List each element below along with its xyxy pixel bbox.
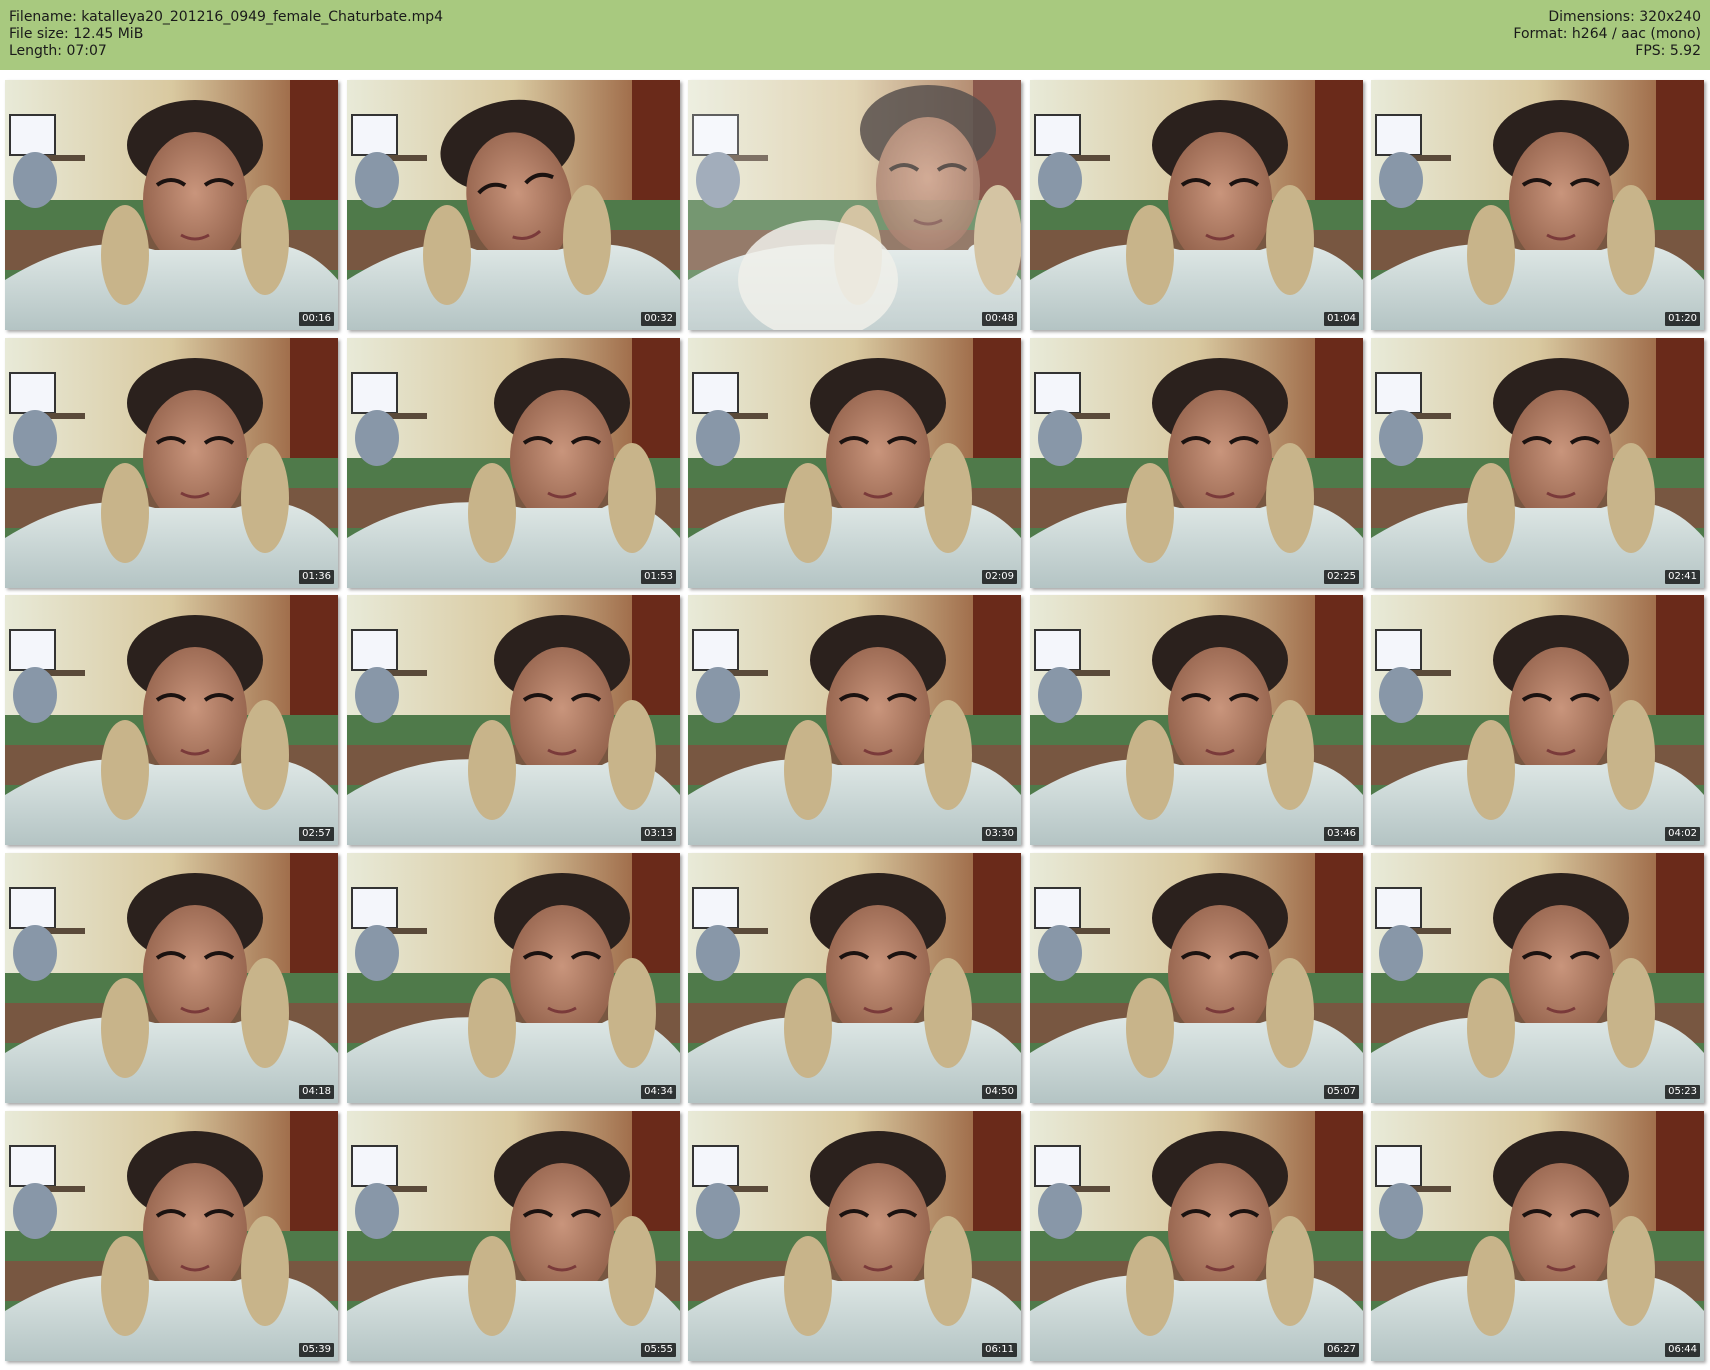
frame-timestamp: 05:39 — [299, 1343, 334, 1357]
thumbnail-frame[interactable]: 04:02 — [1371, 595, 1704, 845]
frame-timestamp: 06:27 — [1324, 1343, 1359, 1357]
frame-timestamp: 02:09 — [982, 570, 1017, 584]
video-frame-image — [688, 595, 1021, 845]
thumbnail-frame[interactable]: 03:13 — [347, 595, 680, 845]
thumbnail-frame[interactable]: 03:30 — [688, 595, 1021, 845]
video-frame-image — [1030, 80, 1363, 330]
thumbnail-frame[interactable]: 05:23 — [1371, 853, 1704, 1103]
video-frame-image — [688, 853, 1021, 1103]
frame-timestamp: 03:30 — [982, 827, 1017, 841]
frame-timestamp: 03:13 — [641, 827, 676, 841]
frame-timestamp: 02:41 — [1665, 570, 1700, 584]
frame-timestamp: 04:02 — [1665, 827, 1700, 841]
video-frame-image — [347, 853, 680, 1103]
thumbnail-frame[interactable]: 02:57 — [5, 595, 338, 845]
video-frame-image — [1371, 595, 1704, 845]
thumbnail-frame[interactable]: 05:39 — [5, 1111, 338, 1361]
frame-timestamp: 04:50 — [982, 1085, 1017, 1099]
thumbnail-frame[interactable]: 06:11 — [688, 1111, 1021, 1361]
frame-timestamp: 04:18 — [299, 1085, 334, 1099]
frame-timestamp: 01:20 — [1665, 312, 1700, 326]
video-frame-image — [1030, 338, 1363, 588]
frame-timestamp: 04:34 — [641, 1085, 676, 1099]
frame-timestamp: 03:46 — [1324, 827, 1359, 841]
thumbnail-frame[interactable]: 03:46 — [1030, 595, 1363, 845]
thumbnail-frame[interactable]: 00:32 — [347, 80, 680, 330]
video-frame-image — [688, 80, 1021, 330]
frame-timestamp: 00:48 — [982, 312, 1017, 326]
video-frame-image — [1030, 1111, 1363, 1361]
thumbnail-frame[interactable]: 05:07 — [1030, 853, 1363, 1103]
thumbnail-frame[interactable]: 06:27 — [1030, 1111, 1363, 1361]
video-frame-image — [1030, 853, 1363, 1103]
thumbnail-grid: 00:16 00:32 00:48 01:04 01:20 01:36 01:5… — [0, 0, 1710, 1370]
video-frame-image — [688, 1111, 1021, 1361]
video-frame-image — [347, 1111, 680, 1361]
thumbnail-frame[interactable]: 06:44 — [1371, 1111, 1704, 1361]
frame-timestamp: 00:16 — [299, 312, 334, 326]
frame-timestamp: 01:53 — [641, 570, 676, 584]
video-frame-image — [347, 338, 680, 588]
video-frame-image — [1371, 80, 1704, 330]
thumbnail-frame[interactable]: 04:18 — [5, 853, 338, 1103]
thumbnail-frame[interactable]: 01:04 — [1030, 80, 1363, 330]
thumbnail-frame[interactable]: 00:16 — [5, 80, 338, 330]
frame-timestamp: 05:55 — [641, 1343, 676, 1357]
frame-timestamp: 02:57 — [299, 827, 334, 841]
frame-timestamp: 06:11 — [982, 1343, 1017, 1357]
video-frame-image — [347, 80, 680, 330]
video-frame-image — [347, 595, 680, 845]
video-frame-image — [1030, 595, 1363, 845]
frame-timestamp: 01:04 — [1324, 312, 1359, 326]
thumbnail-frame[interactable]: 01:53 — [347, 338, 680, 588]
video-frame-image — [1371, 338, 1704, 588]
frame-timestamp: 02:25 — [1324, 570, 1359, 584]
thumbnail-frame[interactable]: 04:50 — [688, 853, 1021, 1103]
thumbnail-frame[interactable]: 02:41 — [1371, 338, 1704, 588]
frame-timestamp: 05:07 — [1324, 1085, 1359, 1099]
frame-timestamp: 05:23 — [1665, 1085, 1700, 1099]
video-frame-image — [5, 853, 338, 1103]
thumbnail-frame[interactable]: 05:55 — [347, 1111, 680, 1361]
video-frame-image — [5, 80, 338, 330]
video-frame-image — [688, 338, 1021, 588]
thumbnail-frame[interactable]: 02:09 — [688, 338, 1021, 588]
video-frame-image — [1371, 853, 1704, 1103]
thumbnail-frame[interactable]: 04:34 — [347, 853, 680, 1103]
video-frame-image — [5, 338, 338, 588]
thumbnail-frame[interactable]: 02:25 — [1030, 338, 1363, 588]
frame-timestamp: 00:32 — [641, 312, 676, 326]
thumbnail-frame[interactable]: 00:48 — [688, 80, 1021, 330]
video-frame-image — [5, 595, 338, 845]
thumbnail-frame[interactable]: 01:20 — [1371, 80, 1704, 330]
thumbnail-frame[interactable]: 01:36 — [5, 338, 338, 588]
video-frame-image — [5, 1111, 338, 1361]
frame-timestamp: 01:36 — [299, 570, 334, 584]
frame-timestamp: 06:44 — [1665, 1343, 1700, 1357]
video-frame-image — [1371, 1111, 1704, 1361]
